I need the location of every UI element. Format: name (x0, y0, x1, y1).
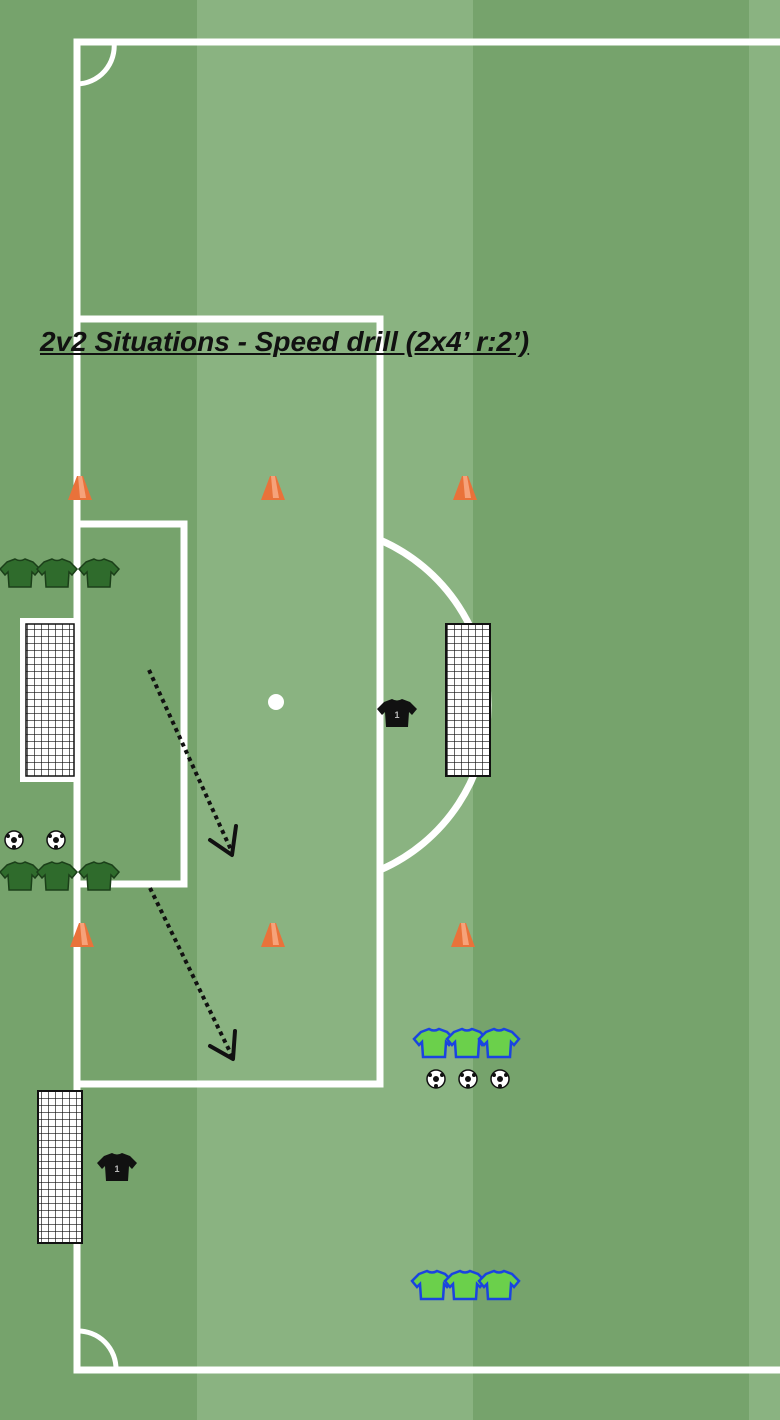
goalkeeper-number: 1 (394, 710, 399, 720)
light-team-top (412, 1027, 521, 1059)
ball-icon (490, 1069, 510, 1089)
penalty-spot (268, 694, 284, 710)
ball-icon (46, 830, 66, 850)
ball-icon (4, 830, 24, 850)
ball-icon (458, 1069, 478, 1089)
goal-net-icon (37, 1090, 83, 1244)
goal-net-icon (20, 618, 76, 782)
light-team-bottom (410, 1269, 521, 1301)
drill-title: 2v2 Situations - Speed drill (2x4’ r:2’) (40, 326, 530, 357)
dark-team-bottom (0, 861, 120, 891)
dark-team-top (0, 558, 120, 588)
training-pitch: 1 1 (0, 0, 780, 1420)
goalkeeper-number: 1 (114, 1164, 119, 1174)
goal-net-icon (445, 623, 491, 777)
ball-icon (426, 1069, 446, 1089)
